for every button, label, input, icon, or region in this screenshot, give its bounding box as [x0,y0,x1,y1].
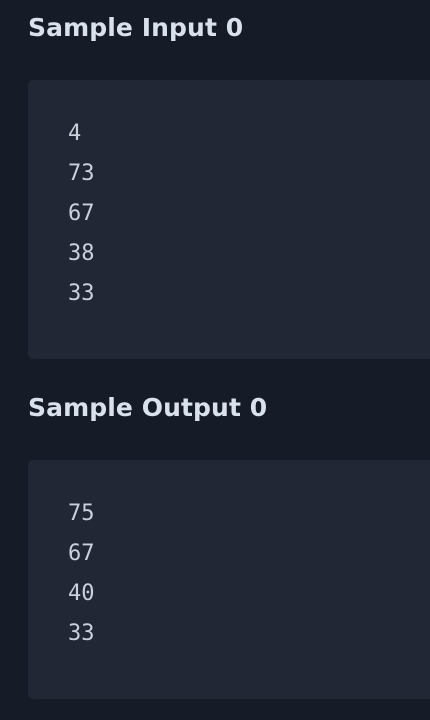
code-line: 4 [68,121,82,146]
sample-output-title: Sample Output 0 [28,393,268,422]
code-line: 67 [68,541,95,566]
code-line: 67 [68,201,95,226]
code-line: 33 [68,281,95,306]
sample-input-code-block[interactable]: 4 73 67 38 33 [28,80,430,359]
code-line: 75 [68,501,95,526]
sample-input-title: Sample Input 0 [28,13,244,42]
code-line: 38 [68,241,95,266]
code-line: 33 [68,621,95,646]
code-line: 73 [68,161,95,186]
sample-output-code-block[interactable]: 75 67 40 33 [28,460,430,699]
code-line: 40 [68,581,95,606]
